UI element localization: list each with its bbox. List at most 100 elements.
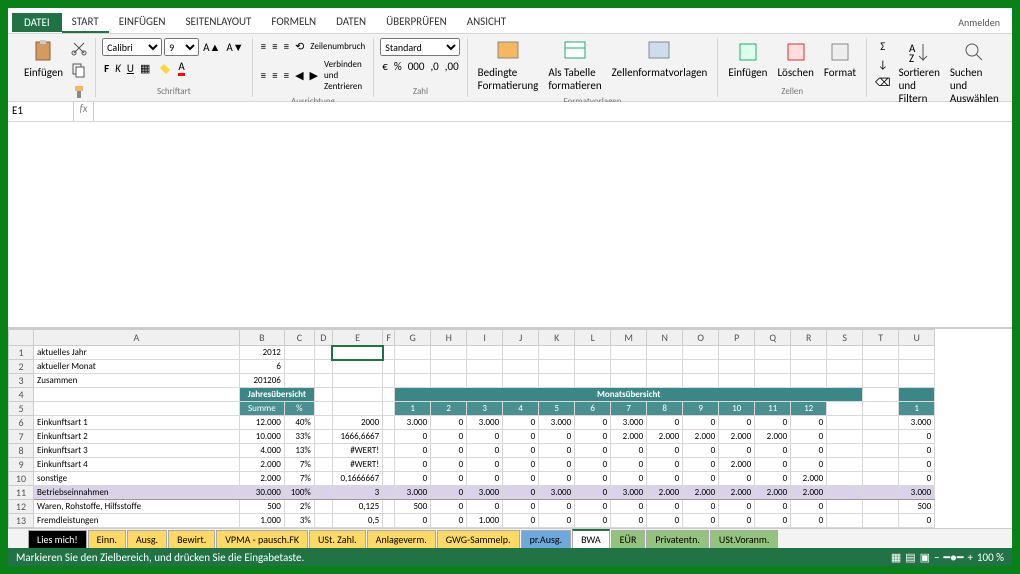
cell[interactable] bbox=[383, 374, 395, 388]
row-header[interactable]: 5 bbox=[9, 402, 34, 416]
cell[interactable] bbox=[314, 528, 332, 529]
cell[interactable]: Betriebseinnahmen bbox=[34, 486, 240, 500]
cell[interactable]: 0 bbox=[899, 430, 935, 444]
cell[interactable] bbox=[899, 360, 935, 374]
fx-button[interactable]: fx bbox=[74, 102, 94, 121]
row-header[interactable]: 14 bbox=[9, 528, 34, 529]
cell[interactable]: 0 bbox=[791, 500, 827, 514]
cell[interactable]: 100% bbox=[284, 486, 314, 500]
cell[interactable]: 0 bbox=[431, 514, 467, 528]
cell[interactable]: 1.000 bbox=[467, 514, 503, 528]
cell[interactable]: 0 bbox=[899, 458, 935, 472]
cell[interactable] bbox=[647, 360, 683, 374]
delete-cells-button[interactable]: Löschen bbox=[773, 38, 817, 81]
tab-überprüfen[interactable]: ÜBERPRÜFEN bbox=[376, 12, 457, 33]
cell[interactable]: 0 bbox=[503, 500, 539, 514]
cell[interactable] bbox=[791, 360, 827, 374]
cell[interactable] bbox=[539, 360, 575, 374]
row-header[interactable]: 12 bbox=[9, 500, 34, 514]
cell[interactable] bbox=[383, 472, 395, 486]
cell[interactable]: 0 bbox=[755, 416, 791, 430]
cell[interactable]: 0 bbox=[431, 500, 467, 514]
row-header[interactable]: 10 bbox=[9, 472, 34, 486]
cell[interactable]: 4.000 bbox=[239, 444, 284, 458]
format-cells-button[interactable]: Format bbox=[820, 38, 860, 81]
cell[interactable]: Personalkosten bbox=[34, 528, 240, 529]
cell[interactable] bbox=[899, 374, 935, 388]
font-name-select[interactable]: Calibri bbox=[102, 38, 162, 56]
cell[interactable]: 0 bbox=[611, 514, 647, 528]
cell[interactable]: 0 bbox=[467, 430, 503, 444]
cell[interactable]: 0,5 bbox=[332, 514, 382, 528]
cell[interactable]: 0 bbox=[539, 472, 575, 486]
cell[interactable]: 0 bbox=[395, 514, 431, 528]
cell[interactable] bbox=[467, 346, 503, 360]
thousands-button[interactable]: 000 bbox=[406, 58, 427, 75]
cell[interactable] bbox=[383, 444, 395, 458]
cell[interactable]: 2% bbox=[284, 500, 314, 514]
cell[interactable] bbox=[539, 346, 575, 360]
cell[interactable]: 0 bbox=[575, 416, 611, 430]
cell[interactable]: 0 bbox=[539, 514, 575, 528]
col-header-D[interactable]: D bbox=[314, 330, 332, 346]
cell[interactable]: Zusammen bbox=[34, 374, 240, 388]
cell[interactable] bbox=[383, 458, 395, 472]
cell[interactable]: 0 bbox=[503, 444, 539, 458]
cell[interactable]: Waren, Rohstoffe, Hilfsstoffe bbox=[34, 500, 240, 514]
cell[interactable]: 2.000 bbox=[719, 486, 755, 500]
cell[interactable] bbox=[791, 374, 827, 388]
cell[interactable]: aktuelles Jahr bbox=[34, 346, 240, 360]
cell[interactable]: aktueller Monat bbox=[34, 360, 240, 374]
cell[interactable]: 3.000 bbox=[611, 416, 647, 430]
cell[interactable]: 0 bbox=[647, 472, 683, 486]
cell[interactable]: 2.000 bbox=[719, 458, 755, 472]
cell[interactable]: 0 bbox=[791, 430, 827, 444]
cell[interactable]: 500 bbox=[395, 500, 431, 514]
cell[interactable]: #WERT! bbox=[332, 458, 382, 472]
cell[interactable]: 0 bbox=[719, 528, 755, 529]
cell[interactable] bbox=[611, 360, 647, 374]
font-size-select[interactable]: 9 bbox=[164, 38, 199, 56]
cell[interactable] bbox=[647, 346, 683, 360]
cell[interactable]: 0 bbox=[575, 528, 611, 529]
spreadsheet-grid[interactable]: ABCDEFGHIJKLMNOPQRSTU1aktuelles Jahr2012… bbox=[8, 329, 1012, 528]
increase-font-button[interactable]: A▲ bbox=[201, 38, 222, 56]
cell[interactable] bbox=[314, 500, 332, 514]
cell[interactable] bbox=[611, 374, 647, 388]
cell[interactable]: 0 bbox=[467, 458, 503, 472]
view-normal-button[interactable]: ▦ bbox=[891, 551, 901, 564]
cell[interactable] bbox=[719, 360, 755, 374]
cell[interactable]: 0 bbox=[791, 416, 827, 430]
cell[interactable]: 2.000 bbox=[791, 486, 827, 500]
cell[interactable]: 0 bbox=[611, 444, 647, 458]
cell[interactable] bbox=[383, 416, 395, 430]
cell[interactable] bbox=[314, 472, 332, 486]
cell[interactable]: 0,1666667 bbox=[332, 472, 382, 486]
cell[interactable]: 0 bbox=[791, 444, 827, 458]
cell[interactable]: Einkunftsart 3 bbox=[34, 444, 240, 458]
sheet-tab[interactable]: Anlageverm. bbox=[367, 530, 436, 548]
align-left-button[interactable]: ≡ bbox=[259, 67, 268, 84]
cell[interactable] bbox=[332, 346, 382, 360]
row-header[interactable]: 8 bbox=[9, 444, 34, 458]
row-header[interactable]: 13 bbox=[9, 514, 34, 528]
cell[interactable]: 6 bbox=[239, 360, 284, 374]
cell[interactable]: 0 bbox=[683, 416, 719, 430]
cell[interactable]: 0 bbox=[539, 444, 575, 458]
cell[interactable]: 0 bbox=[575, 500, 611, 514]
align-top-button[interactable]: ≡ bbox=[259, 38, 268, 55]
cell[interactable]: 33% bbox=[284, 430, 314, 444]
cell[interactable]: 0 bbox=[647, 528, 683, 529]
cell[interactable]: 3.000 bbox=[899, 416, 935, 430]
formula-input[interactable] bbox=[94, 102, 1012, 121]
cell[interactable] bbox=[383, 346, 395, 360]
cell[interactable] bbox=[284, 374, 314, 388]
cell[interactable]: 0 bbox=[755, 500, 791, 514]
tab-einfügen[interactable]: EINFÜGEN bbox=[109, 12, 176, 33]
cell[interactable]: 0 bbox=[395, 528, 431, 529]
cell[interactable]: 0,125 bbox=[332, 500, 382, 514]
cell[interactable] bbox=[863, 346, 899, 360]
col-header-C[interactable]: C bbox=[284, 330, 314, 346]
cell[interactable] bbox=[284, 346, 314, 360]
sheet-tab[interactable]: EÜR bbox=[611, 530, 646, 548]
